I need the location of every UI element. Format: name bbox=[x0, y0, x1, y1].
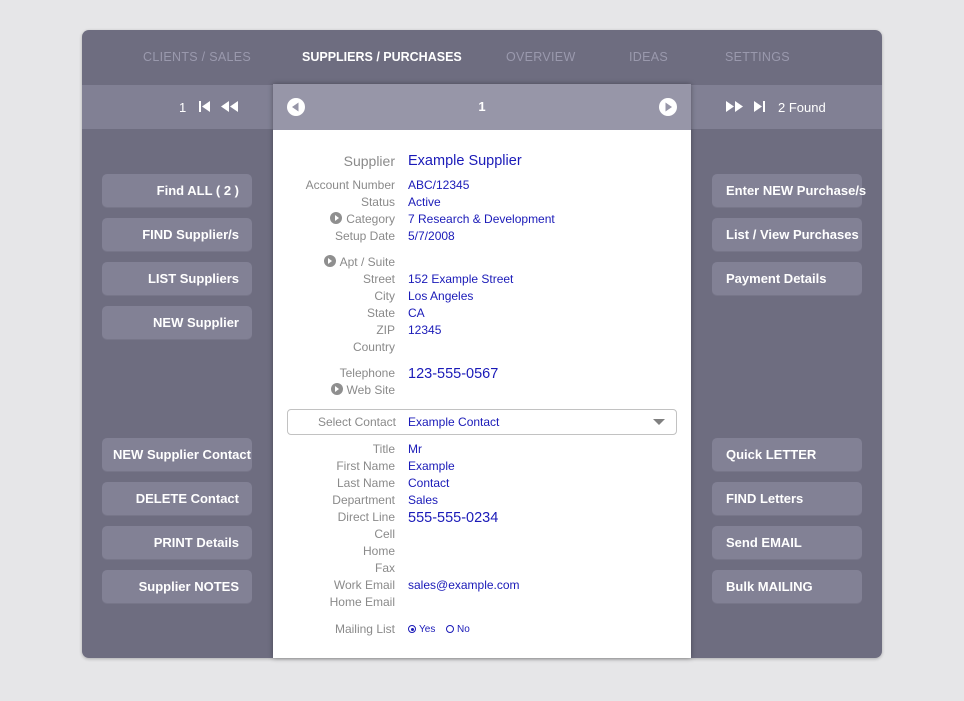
state-field[interactable]: CA bbox=[408, 306, 425, 320]
setup-date-label: Setup Date bbox=[334, 229, 395, 243]
radio-selected-icon bbox=[408, 625, 416, 633]
supplier-name-field[interactable]: Example Supplier bbox=[408, 153, 522, 169]
first-name-field[interactable]: Example bbox=[408, 459, 455, 473]
enter-new-purchase-button[interactable]: Enter NEW Purchase/s bbox=[712, 174, 866, 208]
street-label: Street bbox=[362, 272, 395, 286]
send-email-button[interactable]: Send EMAIL bbox=[712, 526, 862, 560]
direct-line-label: Direct Line bbox=[337, 510, 395, 524]
record-number: 1 bbox=[478, 99, 486, 114]
bulk-mailing-button[interactable]: Bulk MAILING bbox=[712, 570, 862, 604]
tab-clients-sales[interactable]: CLIENTS / SALES bbox=[143, 50, 251, 64]
payment-details-button[interactable]: Payment Details bbox=[712, 262, 862, 296]
dropdown-caret-icon[interactable] bbox=[653, 419, 665, 425]
status-field[interactable]: Active bbox=[408, 195, 441, 209]
setup-date-field[interactable]: 5/7/2008 bbox=[408, 229, 455, 243]
last-record-icon[interactable] bbox=[753, 101, 765, 112]
telephone-label: Telephone bbox=[339, 366, 395, 380]
web-site-label-text: Web Site bbox=[346, 383, 395, 397]
field-arrow-icon[interactable] bbox=[330, 212, 343, 224]
find-letters-button[interactable]: FIND Letters bbox=[712, 482, 862, 516]
mailing-yes-radio[interactable]: Yes bbox=[408, 624, 435, 635]
tab-suppliers-purchases[interactable]: SUPPLIERS / PURCHASES bbox=[302, 50, 462, 64]
category-field[interactable]: 7 Research & Development bbox=[408, 212, 555, 226]
next-record-icon[interactable] bbox=[659, 98, 677, 116]
new-supplier-contact-button[interactable]: NEW Supplier Contact bbox=[102, 438, 252, 472]
supplier-notes-button[interactable]: Supplier NOTES bbox=[102, 570, 252, 604]
select-contact-dropdown[interactable]: Select Contact Example Contact bbox=[287, 409, 677, 435]
main-tabs: CLIENTS / SALES SUPPLIERS / PURCHASES OV… bbox=[82, 30, 882, 85]
first-record-icon[interactable] bbox=[199, 101, 211, 112]
home-label: Home bbox=[362, 544, 395, 558]
department-label: Department bbox=[332, 493, 395, 507]
mailing-no-radio[interactable]: No bbox=[446, 624, 470, 635]
mailing-no-label: No bbox=[457, 624, 470, 635]
title-label: Title bbox=[372, 442, 395, 456]
list-view-purchases-button[interactable]: List / View Purchases bbox=[712, 218, 862, 252]
select-contact-label: Select Contact bbox=[317, 415, 396, 429]
tab-overview[interactable]: OVERVIEW bbox=[506, 50, 576, 64]
cell-label: Cell bbox=[374, 527, 395, 541]
app-window: CLIENTS / SALES SUPPLIERS / PURCHASES OV… bbox=[82, 30, 882, 658]
found-count: 2 Found bbox=[778, 100, 826, 115]
country-label: Country bbox=[352, 340, 395, 354]
work-email-label: Work Email bbox=[333, 578, 395, 592]
account-number-label: Account Number bbox=[305, 178, 395, 192]
field-arrow-icon[interactable] bbox=[330, 383, 343, 395]
category-label-text: Category bbox=[346, 212, 395, 226]
panel-header: 1 bbox=[273, 84, 691, 130]
find-all-button[interactable]: Find ALL ( 2 ) bbox=[102, 174, 252, 208]
find-suppliers-button[interactable]: FIND Supplier/s bbox=[102, 218, 252, 252]
work-email-field[interactable]: sales@example.com bbox=[408, 578, 520, 592]
first-name-label: First Name bbox=[336, 459, 395, 473]
fax-label: Fax bbox=[374, 561, 395, 575]
field-arrow-icon[interactable] bbox=[323, 255, 336, 267]
current-record-number: 1 bbox=[179, 100, 187, 115]
home-email-label: Home Email bbox=[329, 595, 395, 609]
print-details-button[interactable]: PRINT Details bbox=[102, 526, 252, 560]
new-supplier-button[interactable]: NEW Supplier bbox=[102, 306, 252, 340]
fast-forward-icon[interactable] bbox=[725, 101, 744, 112]
quick-letter-button[interactable]: Quick LETTER bbox=[712, 438, 862, 472]
mailing-list-label: Mailing List bbox=[334, 622, 395, 636]
status-label: Status bbox=[360, 195, 395, 209]
web-site-label[interactable]: Web Site bbox=[330, 383, 395, 397]
list-suppliers-button[interactable]: LIST Suppliers bbox=[102, 262, 252, 296]
apt-suite-label[interactable]: Apt / Suite bbox=[323, 255, 395, 269]
tab-ideas[interactable]: IDEAS bbox=[629, 50, 668, 64]
telephone-field[interactable]: 123-555-0567 bbox=[408, 366, 498, 382]
direct-line-field[interactable]: 555-555-0234 bbox=[408, 510, 498, 526]
state-label: State bbox=[366, 306, 395, 320]
city-field[interactable]: Los Angeles bbox=[408, 289, 473, 303]
zip-label: ZIP bbox=[376, 323, 395, 337]
delete-contact-button[interactable]: DELETE Contact bbox=[102, 482, 252, 516]
zip-field[interactable]: 12345 bbox=[408, 323, 441, 337]
title-field[interactable]: Mr bbox=[408, 442, 422, 456]
apt-suite-label-text: Apt / Suite bbox=[339, 255, 395, 269]
select-contact-value: Example Contact bbox=[408, 415, 500, 429]
mailing-yes-label: Yes bbox=[419, 624, 436, 635]
department-field[interactable]: Sales bbox=[408, 493, 438, 507]
supplier-detail-panel: 1 Supplier Example Supplier Account Numb… bbox=[273, 84, 691, 658]
rewind-icon[interactable] bbox=[220, 101, 239, 112]
last-name-label: Last Name bbox=[336, 476, 395, 490]
street-field[interactable]: 152 Example Street bbox=[408, 272, 513, 286]
radio-unselected-icon bbox=[446, 625, 454, 633]
city-label: City bbox=[374, 289, 395, 303]
supplier-label: Supplier bbox=[343, 153, 395, 169]
last-name-field[interactable]: Contact bbox=[408, 476, 449, 490]
category-label[interactable]: Category bbox=[330, 212, 395, 226]
tab-settings[interactable]: SETTINGS bbox=[725, 50, 790, 64]
account-number-field[interactable]: ABC/12345 bbox=[408, 178, 469, 192]
